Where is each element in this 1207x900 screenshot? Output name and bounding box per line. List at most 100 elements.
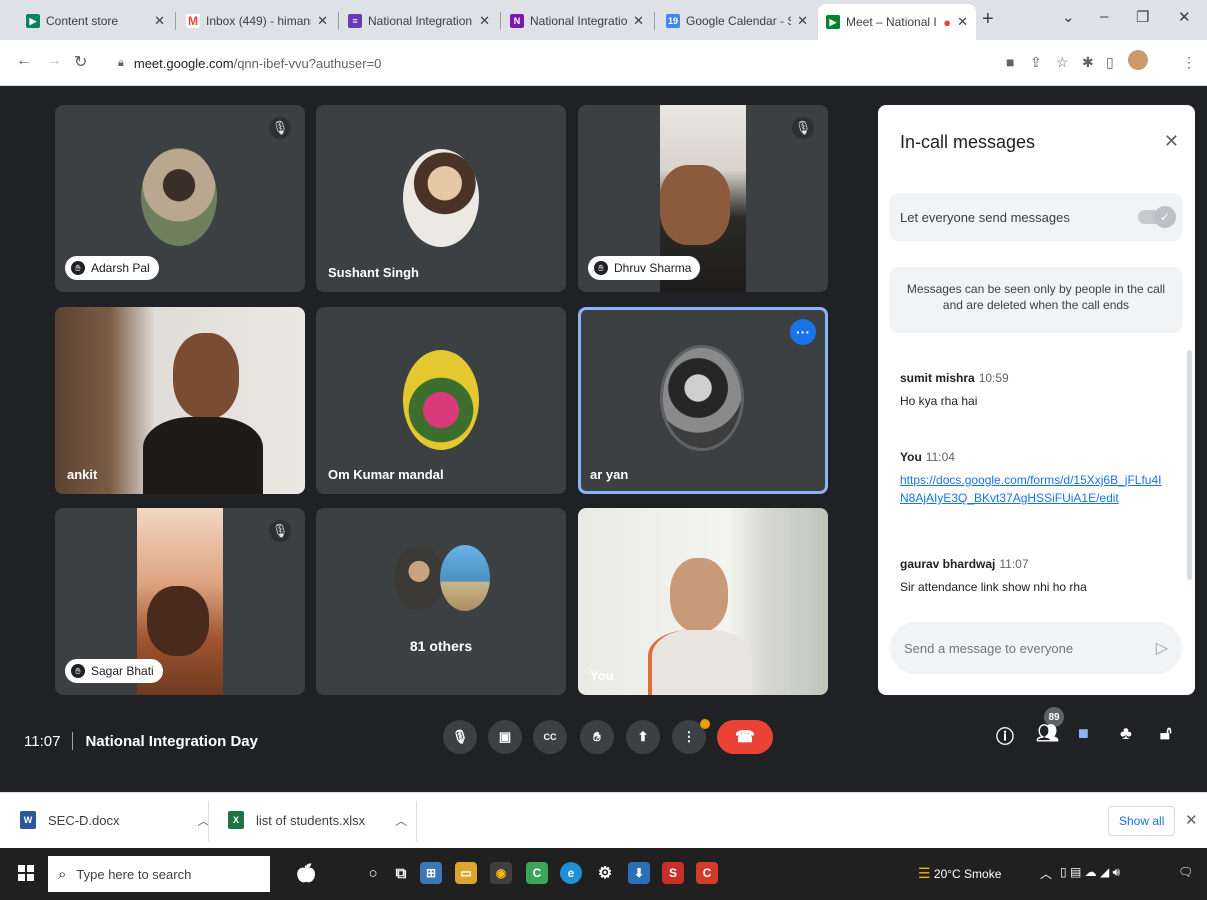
present-button[interactable]: ⬆	[626, 720, 660, 754]
play-store-icon: ▶	[26, 14, 40, 28]
participant-tile[interactable]: Om Kumar mandal	[316, 307, 566, 494]
close-tab-icon[interactable]: ✕	[633, 13, 644, 29]
close-tab-icon[interactable]: ✕	[317, 13, 328, 29]
participant-avatar	[440, 545, 490, 611]
chat-icon[interactable]: ■	[1078, 723, 1089, 744]
side-panel-icon[interactable]: ▯	[1106, 54, 1114, 71]
window-close-icon[interactable]: ✕	[1178, 8, 1191, 26]
panel-title: In-call messages	[900, 132, 1036, 152]
nameplate: ✋︎ Sagar Bhati	[65, 659, 163, 683]
tab-google-meet[interactable]: ▶ Meet – National I ● ✕	[818, 4, 976, 40]
store-icon[interactable]: ⊞	[420, 862, 442, 884]
close-tab-icon[interactable]: ✕	[797, 13, 808, 29]
more-options-icon[interactable]: ···	[790, 319, 816, 345]
tab-onenote[interactable]: N National Integration D ✕	[502, 6, 652, 36]
participant-name: You	[590, 668, 614, 683]
close-tab-icon[interactable]: ✕	[957, 14, 968, 30]
widget-illustration-icon[interactable]: 🍎︎	[288, 862, 324, 884]
participant-avatar	[403, 350, 479, 450]
message-text: Ho kya rha hai	[900, 394, 978, 408]
tab-title: National Integration D	[368, 14, 474, 28]
tab-google-forms[interactable]: ≡ National Integration D ✕	[340, 6, 498, 36]
camera-button[interactable]: ▣	[488, 720, 522, 754]
show-all-button[interactable]: Show all	[1108, 806, 1176, 836]
cortana-icon[interactable]: ○	[362, 862, 384, 884]
form-link[interactable]: https://docs.google.com/forms/d/15Xxj6B_…	[900, 473, 1161, 505]
chevron-up-icon[interactable]: ︿	[395, 812, 407, 829]
close-panel-icon[interactable]: ✕	[1164, 131, 1179, 152]
taskbar-search[interactable]: ⌕ Type here to search	[48, 856, 270, 892]
tab-title: Google Calendar - Sat	[686, 14, 791, 28]
minimize-icon[interactable]: –	[1100, 8, 1108, 25]
extensions-icon[interactable]: ✱	[1082, 54, 1094, 71]
close-tab-icon[interactable]: ✕	[479, 13, 490, 29]
meeting-info-icon[interactable]: ⓘ	[996, 723, 1014, 749]
red-app-icon[interactable]: C	[696, 862, 718, 884]
green-app-icon[interactable]: C	[526, 862, 548, 884]
back-icon[interactable]: ←	[16, 52, 32, 70]
download-item[interactable]: W SEC-D.docx ︿	[20, 811, 210, 829]
task-view-icon[interactable]: ⧉	[390, 862, 412, 884]
self-tile[interactable]: You	[578, 508, 828, 695]
close-downloads-icon[interactable]: ✕	[1185, 811, 1198, 829]
mic-button[interactable]: 🎙︎	[443, 720, 477, 754]
profile-avatar[interactable]	[1128, 50, 1148, 70]
participant-tile[interactable]: ankit	[55, 307, 305, 494]
close-tab-icon[interactable]: ✕	[154, 13, 165, 29]
forward-icon[interactable]: →	[46, 52, 62, 70]
tab-gmail-inbox[interactable]: M Inbox (449) - himansh ✕	[178, 6, 336, 36]
tab-search-icon[interactable]: ⌄	[1062, 8, 1075, 26]
restore-icon[interactable]: ❐	[1136, 8, 1149, 26]
message-input[interactable]	[904, 640, 1156, 656]
new-tab-icon[interactable]: +	[982, 8, 994, 31]
activities-icon[interactable]: ♣︎	[1120, 723, 1132, 744]
tab-content-store[interactable]: ▶ Content store ✕	[18, 6, 173, 36]
weather-widget[interactable]: ☰ 20°C Smoke	[918, 865, 1001, 882]
allow-messages-setting: Let everyone send messages ✓	[890, 193, 1182, 241]
address-bar[interactable]: 🔒︎ meet.google.com/qnn-ibef-vvu?authuser…	[104, 48, 984, 78]
windows-taskbar: ⌕ Type here to search 🍎︎ ○ ⧉ ⊞ ▭ ◉ C e ⚙…	[0, 848, 1207, 900]
share-icon[interactable]: ⇪	[1030, 54, 1042, 71]
chrome-menu-icon[interactable]: ⋮	[1182, 54, 1196, 71]
participant-tile[interactable]: 🎙︎ ✋︎ Dhruv Sharma	[578, 105, 828, 292]
chat-message: sumit mishra 10:59 Ho kya rha hai	[900, 369, 1165, 410]
windows-start-icon[interactable]	[18, 865, 34, 881]
show-hidden-icons-icon[interactable]: ︿	[1040, 865, 1052, 882]
download-item[interactable]: X list of students.xlsx ︿	[228, 811, 407, 829]
wps-icon[interactable]: S	[662, 862, 684, 884]
check-icon: ✓	[1154, 206, 1176, 228]
openai-icon[interactable]: ⚙︎	[594, 862, 616, 884]
notification-icon[interactable]: 🗨︎	[1178, 865, 1193, 879]
participant-tile[interactable]: 🎙︎ ✋︎ Sagar Bhati	[55, 508, 305, 695]
participant-tile[interactable]: Sushant Singh	[316, 105, 566, 292]
edge-icon[interactable]: e	[560, 862, 582, 884]
word-file-icon: W	[20, 811, 36, 829]
reload-icon[interactable]: ↻	[74, 52, 87, 72]
browser-tab-strip: ▶ Content store ✕ M Inbox (449) - himans…	[0, 0, 1207, 40]
captions-button[interactable]: CC	[533, 720, 567, 754]
others-tile[interactable]: 81 others	[316, 508, 566, 695]
participant-tile-active[interactable]: ··· ar yan	[578, 307, 828, 494]
system-tray-icons[interactable]: ▯ ▤ ☁ ◢ 🔊︎	[1060, 865, 1120, 880]
participant-face	[173, 333, 239, 419]
tab-google-calendar[interactable]: 19 Google Calendar - Sat ✕	[658, 6, 816, 36]
meeting-details: 11:07 National Integration Day	[24, 732, 258, 750]
people-icon[interactable]: 👥︎	[1036, 723, 1059, 744]
allow-messages-toggle[interactable]: ✓	[1138, 206, 1176, 228]
download-manager-icon[interactable]: ⬇	[628, 862, 650, 884]
participant-tile[interactable]: 🎙︎ ✋︎ Adarsh Pal	[55, 105, 305, 292]
chrome-icon[interactable]: ◉	[490, 862, 512, 884]
gmail-icon: M	[186, 14, 200, 28]
bookmark-star-icon[interactable]: ☆	[1056, 54, 1069, 71]
file-explorer-icon[interactable]: ▭	[455, 862, 477, 884]
nameplate: ✋︎ Dhruv Sharma	[588, 256, 701, 280]
raise-hand-button[interactable]: ✋︎	[580, 720, 614, 754]
host-controls-icon[interactable]: 🔓︎	[1160, 723, 1172, 744]
camera-in-use-icon[interactable]: ■	[1006, 54, 1014, 70]
end-call-button[interactable]: ☎︎	[717, 720, 773, 754]
messages-scrollbar[interactable]	[1187, 350, 1192, 580]
send-icon[interactable]: ▷	[1156, 638, 1168, 658]
search-placeholder: Type here to search	[76, 866, 192, 882]
presenter-icon: ✋︎	[71, 261, 85, 275]
participant-face	[147, 586, 209, 656]
